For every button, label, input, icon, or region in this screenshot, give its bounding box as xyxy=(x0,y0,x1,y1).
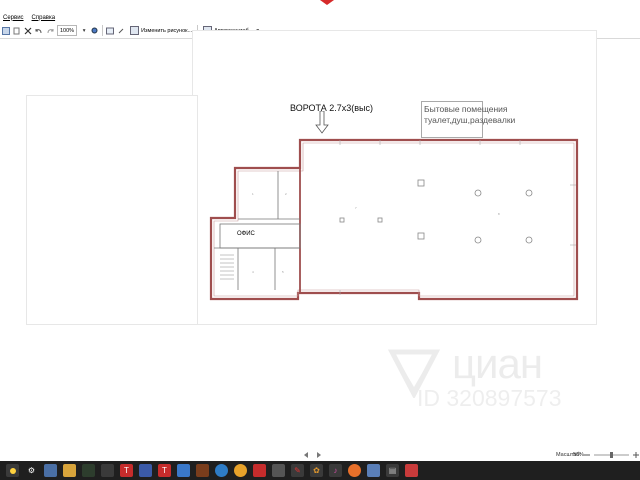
floor-plan: 1 2 4 5 7 8 xyxy=(209,138,579,301)
browser-icon[interactable] xyxy=(215,464,228,477)
menu-help[interactable]: Справка xyxy=(32,15,56,21)
resize-image-label: Изменить рисунок... xyxy=(141,27,193,34)
scale-controls xyxy=(584,452,639,458)
firefox-icon[interactable] xyxy=(348,464,361,477)
svg-text:4: 4 xyxy=(252,270,254,274)
watermark-id: ID 320897573 xyxy=(417,385,562,411)
te-icon[interactable]: T xyxy=(158,464,171,477)
svg-text:5: 5 xyxy=(282,270,284,274)
gallery-icon[interactable] xyxy=(367,464,380,477)
watermark: циан ID 320897573 xyxy=(382,340,592,415)
zoom-in-icon[interactable] xyxy=(91,25,99,36)
te-icon[interactable]: T xyxy=(120,464,133,477)
svg-text:7: 7 xyxy=(355,206,357,210)
calculator-icon[interactable] xyxy=(272,464,285,477)
music-icon[interactable]: ♪ xyxy=(329,464,342,477)
game-icon[interactable] xyxy=(196,464,209,477)
terminal-icon[interactable] xyxy=(101,464,114,477)
app-icon[interactable]: ▤ xyxy=(386,464,399,477)
gate-arrow-icon xyxy=(315,111,329,134)
media-icon[interactable] xyxy=(253,464,266,477)
resize-image-button[interactable]: Изменить рисунок... xyxy=(128,25,194,36)
chrome-icon[interactable] xyxy=(234,464,247,477)
copy-icon[interactable] xyxy=(13,25,21,36)
resize-icon xyxy=(130,26,140,35)
image-viewer-icon[interactable] xyxy=(177,464,190,477)
menu-service[interactable]: Сервис xyxy=(3,15,24,21)
app-logo-icon xyxy=(320,0,334,5)
svg-text:2: 2 xyxy=(285,192,287,196)
gear-icon[interactable]: ⚙ xyxy=(25,464,38,477)
menu-bar: Сервис Справка xyxy=(0,12,640,23)
terminal-icon[interactable] xyxy=(82,464,95,477)
zoom-value: 100% xyxy=(60,27,75,34)
flower-icon[interactable]: ✿ xyxy=(310,464,323,477)
start-icon[interactable] xyxy=(6,464,19,477)
presentation-icon[interactable] xyxy=(405,464,418,477)
svg-text:1: 1 xyxy=(252,192,254,196)
amenity-callout-text: Бытовые помещения туалет,душ,раздевалки xyxy=(424,104,515,126)
svg-text:8: 8 xyxy=(498,212,500,216)
save-icon[interactable] xyxy=(2,25,10,36)
status-bar: Масштаб: 56% xyxy=(0,450,640,461)
amenity-line-2: туалет,душ,раздевалки xyxy=(424,115,516,125)
scale-value: 56% xyxy=(573,452,585,458)
network-icon[interactable] xyxy=(44,464,57,477)
zoom-in-icon[interactable] xyxy=(633,452,639,458)
zoom-slider[interactable] xyxy=(594,452,629,458)
rotate-icon[interactable] xyxy=(117,25,125,36)
redo-icon[interactable] xyxy=(46,25,54,36)
undo-icon[interactable] xyxy=(35,25,43,36)
close-icon[interactable] xyxy=(24,25,32,36)
chevron-down-icon[interactable]: ▾ xyxy=(80,25,88,36)
nav-left-icon[interactable] xyxy=(303,452,309,458)
nav-right-icon[interactable] xyxy=(316,452,322,458)
watermark-brand: циан xyxy=(452,340,543,387)
taskbar: ⚙ T T ✎ ✿ ♪ ▤ xyxy=(0,461,640,480)
office-label: ОФИС xyxy=(237,231,255,237)
zoom-select[interactable]: 100% xyxy=(57,25,78,36)
feather-icon[interactable]: ✎ xyxy=(291,464,304,477)
zoom-out-icon[interactable] xyxy=(584,452,590,458)
image-icon[interactable] xyxy=(106,25,115,36)
gate-label: ВОРОТА 2.7х3(выс) xyxy=(290,103,373,113)
file-manager-icon[interactable] xyxy=(63,464,76,477)
chat-icon[interactable] xyxy=(139,464,152,477)
toolbar-separator xyxy=(102,25,104,36)
plan-sheet-left xyxy=(26,95,198,325)
amenity-line-1: Бытовые помещения xyxy=(424,104,508,114)
